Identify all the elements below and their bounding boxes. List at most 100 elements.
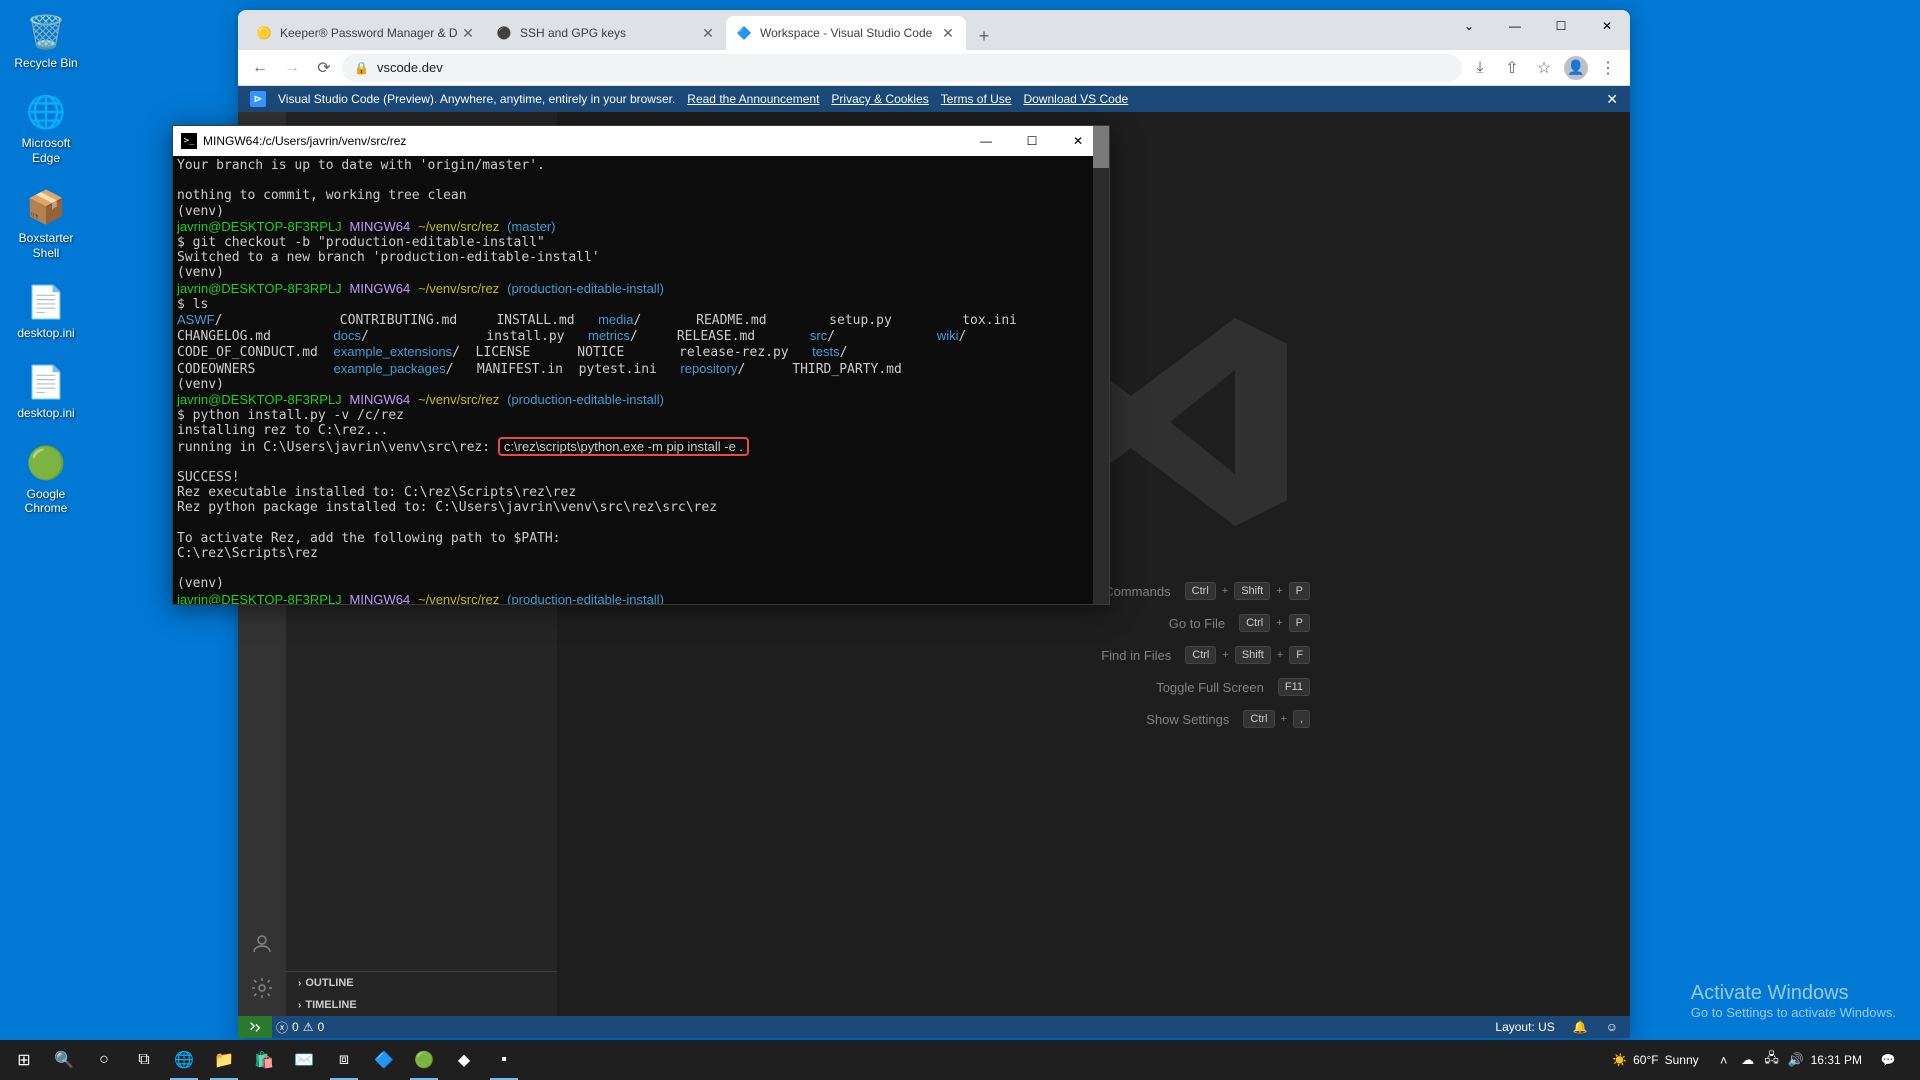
banner-link-download[interactable]: Download VS Code (1023, 92, 1128, 106)
tray-network-icon[interactable]: 🖧 (1763, 1051, 1781, 1069)
accounts-icon[interactable] (238, 924, 286, 964)
terminal-title: MINGW64:/c/Users/javrin/venv/src/rez (203, 134, 963, 148)
key: P (1289, 582, 1310, 600)
tray-chevron-icon[interactable]: ˄ (1715, 1051, 1733, 1069)
section-label: TIMELINE (305, 999, 356, 1011)
shortcut-label: Find in Files (1101, 648, 1171, 663)
key: F11 (1278, 678, 1310, 696)
remote-indicator[interactable] (238, 1016, 272, 1038)
close-button[interactable]: ✕ (1584, 10, 1630, 42)
banner-link-privacy[interactable]: Privacy & Cookies (831, 92, 928, 106)
key: F (1289, 646, 1310, 664)
taskbar-clock[interactable]: 16:31 PM (1811, 1054, 1862, 1066)
avatar-icon: 👤 (1564, 56, 1588, 80)
vscode-status-bar: ⓧ0⚠0 Layout: US 🔔 ☺ (238, 1016, 1630, 1038)
lock-icon: 🔒 (354, 61, 369, 75)
chrome-toolbar: ← → ⟳ 🔒vscode.dev ⤓ ⇧ ☆ 👤 ⋮ (238, 50, 1630, 86)
banner-close-button[interactable]: ✕ (1606, 91, 1618, 108)
taskbar-powershell[interactable]: ⧈ (324, 1040, 364, 1080)
taskbar-terminal[interactable]: ▪ (484, 1040, 524, 1080)
bookmark-icon[interactable]: ☆ (1530, 54, 1558, 82)
file-icon: 📄 (24, 280, 68, 324)
tab-github-ssh[interactable]: ⚫SSH and GPG keys✕ (486, 16, 726, 50)
search-button[interactable]: 🔍 (44, 1040, 84, 1080)
vscode-preview-banner: ⊳ Visual Studio Code (Preview). Anywhere… (238, 86, 1630, 112)
taskbar-mail[interactable]: ✉️ (284, 1040, 324, 1080)
tab-vscode[interactable]: 🔷Workspace - Visual Studio Code✕ (726, 16, 966, 50)
section-label: OUTLINE (305, 977, 353, 989)
desktop-icons: 🗑️Recycle Bin 🌐Microsoft Edge 📦Boxstarte… (8, 10, 84, 516)
taskbar-explorer[interactable]: 📁 (204, 1040, 244, 1080)
icon-label: Microsoft Edge (8, 136, 84, 165)
error-icon: ⓧ (276, 1019, 288, 1036)
tabs-area: 🟡Keeper® Password Manager & D✕ ⚫SSH and … (238, 16, 1446, 50)
status-problems[interactable]: ⓧ0⚠0 (272, 1019, 328, 1036)
close-icon[interactable]: ✕ (460, 25, 476, 41)
warning-count: 0 (317, 1020, 324, 1034)
weather-temp: 60°F (1633, 1053, 1658, 1067)
terminal-output[interactable]: Your branch is up to date with 'origin/m… (173, 156, 1109, 604)
maximize-button[interactable]: ☐ (1538, 10, 1584, 42)
outline-section[interactable]: › OUTLINE (286, 972, 557, 994)
terminal-titlebar[interactable]: >_ MINGW64:/c/Users/javrin/venv/src/rez … (173, 126, 1109, 156)
minimize-button[interactable]: — (963, 126, 1009, 156)
reload-button[interactable]: ⟳ (310, 54, 338, 82)
profile-button[interactable]: 👤 (1562, 54, 1590, 82)
action-center-button[interactable]: 💬 (1868, 1040, 1908, 1080)
taskbar-vscode[interactable]: 🔷 (364, 1040, 404, 1080)
chevron-right-icon: › (298, 978, 301, 989)
back-button[interactable]: ← (246, 54, 274, 82)
chrome-icon: 🟢 (24, 441, 68, 485)
install-app-icon[interactable]: ⤓ (1466, 54, 1494, 82)
key: Ctrl (1185, 646, 1216, 664)
desktop-icon-edge[interactable]: 🌐Microsoft Edge (8, 90, 84, 165)
forward-button[interactable]: → (278, 54, 306, 82)
timeline-section[interactable]: ›TIMELINE (286, 994, 557, 1016)
chrome-titlebar: 🟡Keeper® Password Manager & D✕ ⚫SSH and … (238, 10, 1630, 50)
banner-link-terms[interactable]: Terms of Use (941, 92, 1012, 106)
recycle-bin-icon: 🗑️ (24, 10, 68, 54)
status-layout[interactable]: Layout: US (1491, 1020, 1558, 1034)
desktop-icon-chrome[interactable]: 🟢Google Chrome (8, 441, 84, 516)
terminal-icon: >_ (181, 133, 197, 149)
taskbar-chrome[interactable]: 🟢 (404, 1040, 444, 1080)
key: P (1289, 614, 1310, 632)
tray-volume-icon[interactable]: 🔊 (1787, 1051, 1805, 1069)
banner-link-announcement[interactable]: Read the Announcement (687, 92, 819, 106)
maximize-button[interactable]: ☐ (1009, 126, 1055, 156)
taskbar-weather[interactable]: ☀️60°FSunny (1612, 1053, 1698, 1067)
share-icon[interactable]: ⇧ (1498, 54, 1526, 82)
tab-keeper[interactable]: 🟡Keeper® Password Manager & D✕ (246, 16, 486, 50)
cortana-button[interactable]: ○ (84, 1040, 124, 1080)
desktop-icon-boxstarter[interactable]: 📦Boxstarter Shell (8, 185, 84, 260)
close-icon[interactable]: ✕ (700, 25, 716, 41)
edge-icon: 🌐 (24, 90, 68, 134)
icon-label: desktop.ini (17, 406, 74, 420)
shortcut-fullscreen: Toggle Full ScreenF11 (1156, 678, 1310, 696)
address-bar[interactable]: 🔒vscode.dev (342, 54, 1462, 82)
status-feedback-icon[interactable]: ☺ (1602, 1020, 1622, 1034)
shortcut-settings: Show SettingsCtrl+, (1146, 710, 1310, 728)
status-notifications-icon[interactable]: 🔔 (1569, 1020, 1592, 1034)
chrome-min-button[interactable]: ⌄ (1446, 10, 1492, 42)
settings-icon[interactable] (238, 968, 286, 1008)
menu-button[interactable]: ⋮ (1594, 54, 1622, 82)
key: , (1293, 710, 1310, 728)
icon-label: Google Chrome (8, 487, 84, 516)
start-button[interactable]: ⊞ (4, 1040, 44, 1080)
task-view-button[interactable]: ⧉ (124, 1040, 164, 1080)
desktop-icon-ini-2[interactable]: 📄desktop.ini (8, 360, 84, 420)
desktop-icon-ini-1[interactable]: 📄desktop.ini (8, 280, 84, 340)
scrollbar-thumb[interactable] (1093, 126, 1109, 168)
taskbar-store[interactable]: 🛍️ (244, 1040, 284, 1080)
terminal-scrollbar[interactable] (1093, 126, 1109, 604)
close-icon[interactable]: ✕ (940, 25, 956, 41)
tray-onedrive-icon[interactable]: ☁ (1739, 1051, 1757, 1069)
new-tab-button[interactable]: + (970, 22, 998, 50)
weather-cond: Sunny (1665, 1053, 1699, 1067)
taskbar-app[interactable]: ◆ (444, 1040, 484, 1080)
activate-windows-watermark: Activate Windows Go to Settings to activ… (1691, 982, 1896, 1020)
desktop-icon-recycle-bin[interactable]: 🗑️Recycle Bin (8, 10, 84, 70)
minimize-button[interactable]: — (1492, 10, 1538, 42)
taskbar-edge[interactable]: 🌐 (164, 1040, 204, 1080)
